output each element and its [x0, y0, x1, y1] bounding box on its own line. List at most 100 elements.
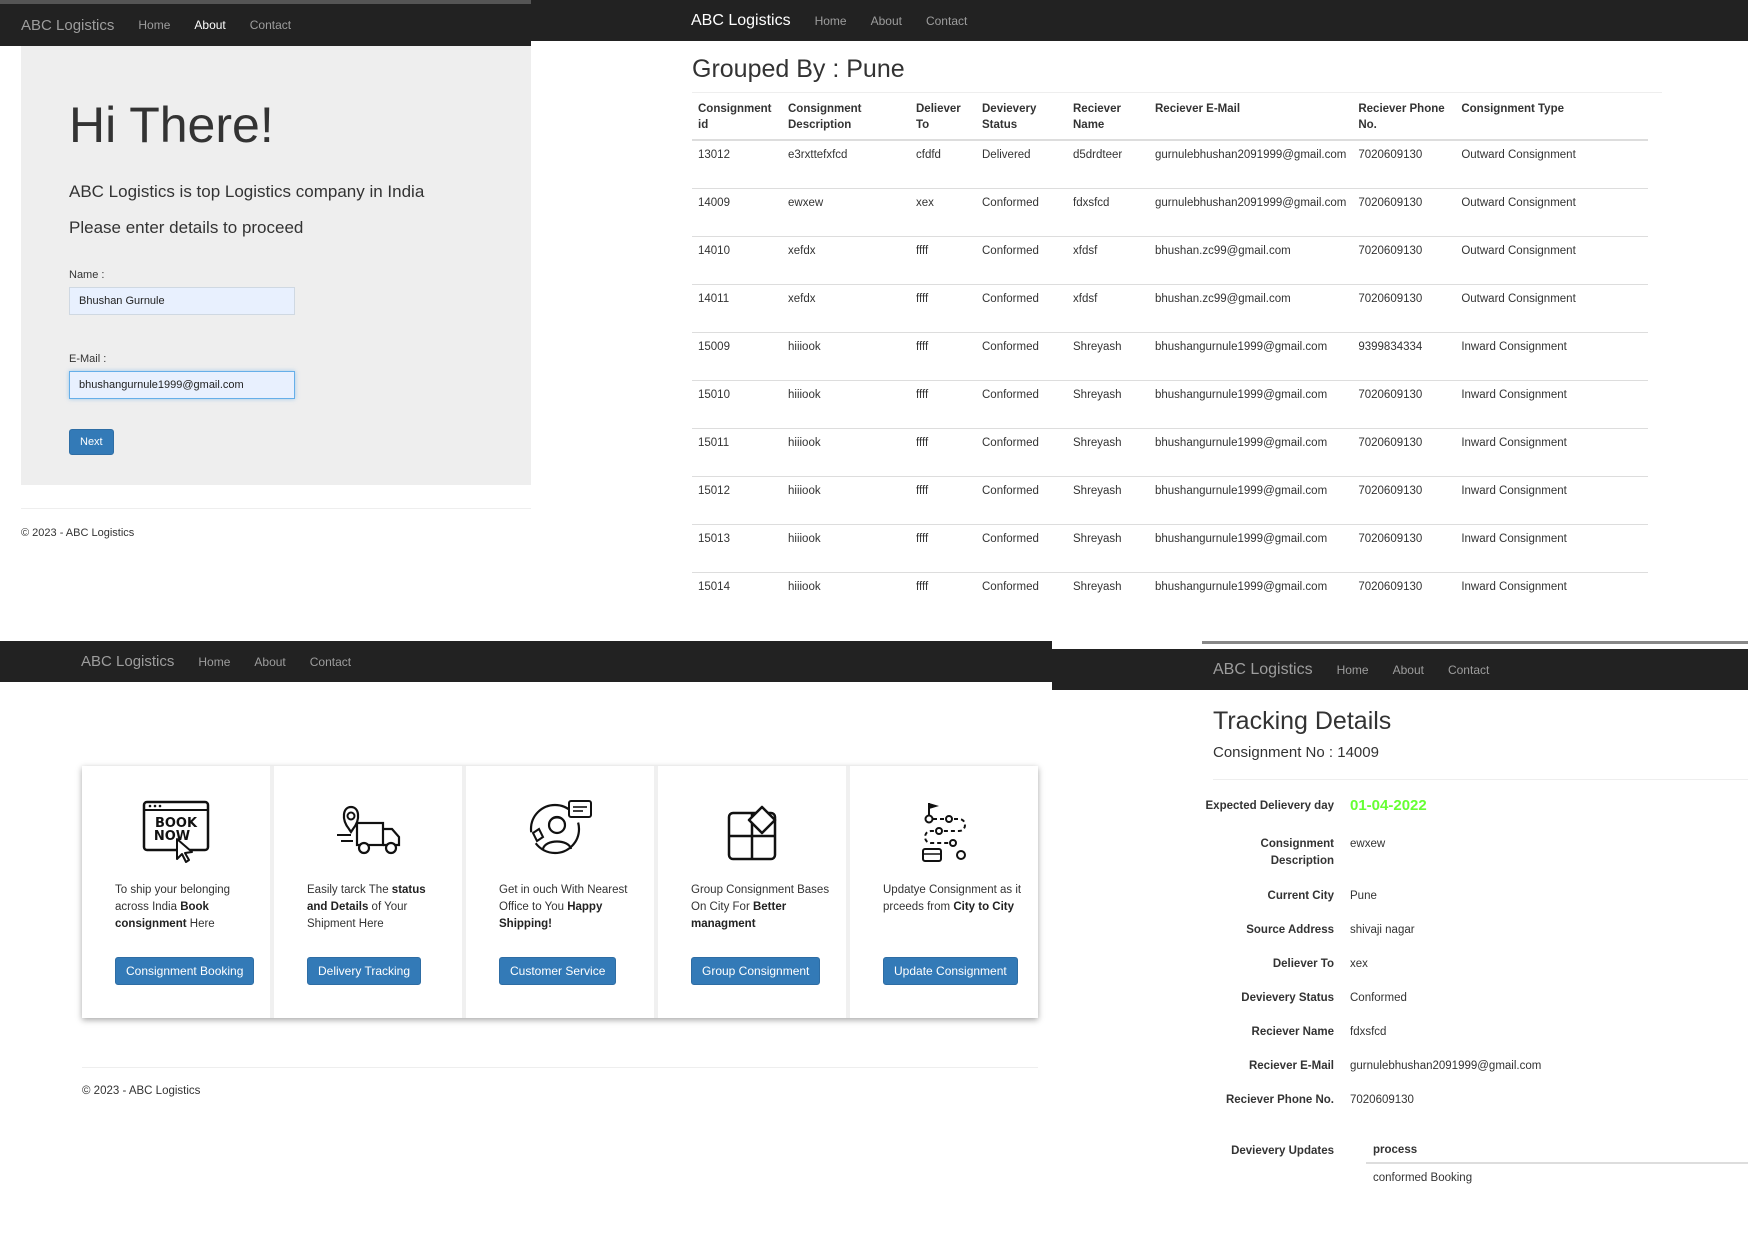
table-cell: xfdsf — [1067, 284, 1149, 333]
intro-text: ABC Logistics is top Logistics company i… — [69, 182, 425, 201]
receiver-email-link[interactable]: gurnulebhushan2091999@gmail.com — [1149, 140, 1353, 189]
detail-row: Reciever Name fdxsfcd — [1052, 1024, 1748, 1041]
receiver-email-link[interactable]: gurnulebhushan2091999@gmail.com — [1149, 188, 1353, 237]
detail-label: Devievery Status — [1241, 992, 1334, 1004]
column-header: Devievery Status — [976, 96, 1067, 141]
table-cell: Inward Consignment — [1455, 524, 1648, 573]
table-cell: 7020609130 — [1352, 236, 1456, 285]
column-header: Consignment id — [692, 96, 782, 141]
footer: © 2023 - ABC Logistics — [82, 1085, 201, 1097]
email-input[interactable] — [69, 371, 295, 399]
nav-home[interactable]: Home — [138, 18, 170, 32]
table-cell: Shreyash — [1067, 380, 1149, 429]
customer-service-button[interactable]: Customer Service — [499, 957, 617, 985]
table-cell: xefdx — [782, 284, 910, 333]
table-cell: Inward Consignment — [1455, 428, 1648, 477]
nav-home[interactable]: Home — [1337, 663, 1369, 677]
table-cell: ffff — [910, 380, 976, 429]
table-cell: 7020609130 — [1352, 140, 1456, 189]
table-cell: 15010 — [692, 380, 782, 429]
group-consignment-button[interactable]: Group Consignment — [691, 957, 821, 985]
detail-row: Reciever Phone No. 7020609130 — [1052, 1092, 1748, 1109]
table-row: 14009 ewxew xex Conformed fdxsfcd gurnulebhus… — [692, 188, 1648, 237]
table-cell: ffff — [910, 524, 976, 573]
table-row: 13012 e3rxttefxfcd cfdfd Delivered d5drdteer… — [692, 140, 1648, 189]
table-cell: ewxew — [782, 188, 910, 237]
table-cell: 14009 — [692, 188, 782, 237]
page-title: Hi There! — [69, 97, 274, 153]
table-cell: Outward Consignment — [1455, 236, 1648, 285]
detail-label: Reciever E-Mail — [1248, 1060, 1334, 1072]
column-header: Reciever Name — [1067, 96, 1149, 141]
brand-link[interactable]: ABC Logistics — [21, 17, 114, 34]
receiver-email-link[interactable]: bhushangurnule1999@gmail.com — [1149, 380, 1353, 429]
table-cell: 9399834334 — [1352, 332, 1456, 381]
receiver-email-link[interactable]: gurnulebhushan2091999@gmail.com — [1350, 1058, 1541, 1075]
brand-link[interactable]: ABC Logistics — [691, 12, 791, 30]
consignment-booking-button[interactable]: Consignment Booking — [115, 957, 255, 985]
nav-about[interactable]: About — [254, 655, 285, 669]
receiver-email-link[interactable]: bhushan.zc99@gmail.com — [1149, 284, 1353, 333]
brand-link[interactable]: ABC Logistics — [1213, 661, 1313, 679]
receiver-email-link[interactable]: bhushangurnule1999@gmail.com — [1149, 524, 1353, 573]
table-cell: 15014 — [698, 580, 730, 593]
receiver-email-link[interactable]: bhushangurnule1999@gmail.com — [1149, 572, 1352, 620]
footer-divider — [82, 1067, 1038, 1068]
service-card-group: Group Consignment Bases On City For Bett… — [658, 766, 850, 1018]
navbar: ABC Logistics Home About Contact — [1052, 649, 1748, 690]
table-cell: e3rxttefxfcd — [782, 140, 910, 189]
service-card-support: Get in ouch With Nearest Office to You H… — [466, 766, 658, 1018]
tracking-panel: ABC Logistics Home About Contact Trackin… — [1052, 641, 1748, 1240]
name-input[interactable] — [69, 287, 295, 315]
table-cell: 15011 — [692, 428, 782, 477]
nav-contact[interactable]: Contact — [250, 18, 291, 32]
table-row: 15010 hiiiook ffff Conformed Shreyash bhushan… — [692, 380, 1648, 429]
nav-contact[interactable]: Contact — [1448, 663, 1489, 677]
table-cell: Shreyash — [1067, 428, 1149, 477]
receiver-email-link[interactable]: bhushangurnule1999@gmail.com — [1149, 428, 1353, 477]
detail-row: Current City Pune — [1052, 888, 1748, 905]
update-consignment-button[interactable]: Update Consignment — [883, 957, 1018, 985]
services-panel: ABC Logistics Home About Contact BOOK NO… — [0, 641, 1052, 1240]
table-cell: hiiiook — [782, 428, 910, 477]
table-cell: Shreyash — [1067, 524, 1149, 573]
detail-value: ewxew — [1350, 838, 1386, 850]
detail-label: Reciever Phone No. — [1225, 1094, 1334, 1106]
detail-row: Devievery Status Conformed — [1052, 990, 1748, 1007]
nav-home[interactable]: Home — [815, 14, 847, 28]
table-cell: d5drdteer — [1067, 140, 1149, 189]
table-cell: 13012 — [692, 140, 782, 189]
service-description: Get in ouch With Nearest Office to You H… — [499, 884, 628, 930]
updates-table: process conformed Booking — [1366, 1138, 1748, 1192]
nav-about[interactable]: About — [871, 14, 902, 28]
instruction-text: Please enter details to proceed — [69, 218, 304, 237]
table-cell: Delivered — [976, 140, 1067, 189]
detail-value: fdxsfcd — [1350, 1026, 1387, 1038]
book-now-icon: BOOK NOW — [82, 799, 270, 867]
detail-label: Deliever To — [1272, 958, 1334, 970]
jumbotron: Hi There! ABC Logistics is top Logistics… — [21, 46, 531, 485]
table-cell: Conformed — [982, 580, 1039, 593]
nav-about[interactable]: About — [1393, 663, 1424, 677]
table-cell: hiiiook — [782, 332, 910, 381]
table-cell: xefdx — [782, 236, 910, 285]
table-row: 15012 hiiiook ffff Conformed Shreyash bhushan… — [692, 476, 1648, 525]
next-button[interactable]: Next — [69, 429, 114, 455]
nav-about[interactable]: About — [194, 18, 225, 32]
service-cards: BOOK NOW To ship your belonging across I… — [82, 766, 1038, 1018]
table-cell: ffff — [910, 284, 976, 333]
nav-contact[interactable]: Contact — [926, 14, 967, 28]
nav-home[interactable]: Home — [198, 655, 230, 669]
receiver-email-link[interactable]: bhushangurnule1999@gmail.com — [1149, 332, 1353, 381]
detail-row: Reciever E-Mail gurnulebhushan2091999@gm… — [1052, 1058, 1748, 1075]
navbar: ABC Logistics Home About Contact — [0, 4, 531, 46]
detail-value: xex — [1350, 958, 1368, 970]
footer-divider — [21, 508, 531, 509]
nav-contact[interactable]: Contact — [310, 655, 351, 669]
delivery-tracking-button[interactable]: Delivery Tracking — [307, 957, 422, 985]
brand-link[interactable]: ABC Logistics — [81, 653, 174, 670]
receiver-email-link[interactable]: bhushan.zc99@gmail.com — [1149, 236, 1353, 285]
page-title: Tracking Details — [1213, 707, 1392, 735]
table-cell: 15012 — [692, 476, 782, 525]
receiver-email-link[interactable]: bhushangurnule1999@gmail.com — [1149, 476, 1353, 525]
